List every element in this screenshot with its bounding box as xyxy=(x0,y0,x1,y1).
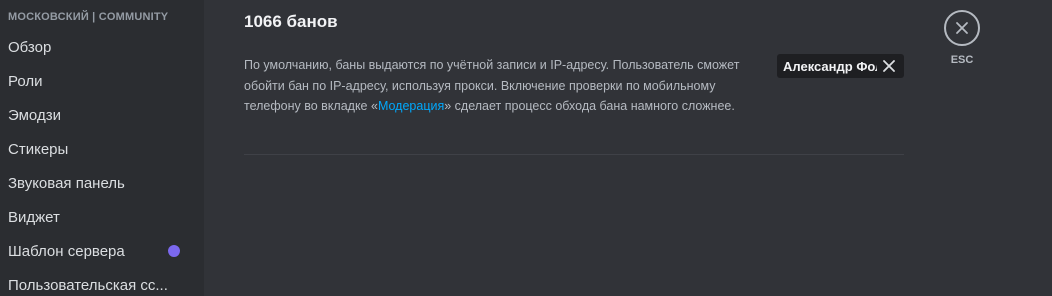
sidebar-item-label: Звуковая панель xyxy=(8,174,125,192)
close-button[interactable] xyxy=(944,10,980,46)
new-badge-dot xyxy=(168,245,180,257)
sidebar-item-stickers[interactable]: Стикеры xyxy=(0,133,196,165)
sidebar-item-label: Пользовательская сс... xyxy=(8,276,168,294)
sidebar-item-label: Эмодзи xyxy=(8,106,61,124)
sidebar-item-overview[interactable]: Обзор xyxy=(0,31,196,63)
sidebar-item-label: Виджет xyxy=(8,208,60,226)
sidebar-item-label: Шаблон сервера xyxy=(8,242,125,260)
search-value: Александр Фол xyxy=(783,58,877,74)
close-icon[interactable] xyxy=(881,58,897,74)
sidebar-header: МОСКОВСКИЙ | COMMUNITY xyxy=(8,11,169,23)
sidebar-item-label: Обзор xyxy=(8,38,52,56)
settings-window: МОСКОВСКИЙ | COMMUNITY Обзор Роли Эмодзи… xyxy=(0,0,1052,296)
sidebar-item-roles[interactable]: Роли xyxy=(0,65,196,97)
close-icon xyxy=(955,21,969,35)
sidebar-item-vanity-url[interactable]: Пользовательская сс... xyxy=(0,269,196,296)
description-text-after: » сделает процесс обхода бана намного сл… xyxy=(444,99,735,113)
sidebar-item-label: Роли xyxy=(8,72,43,90)
sidebar-item-soundboard[interactable]: Звуковая панель xyxy=(0,167,196,199)
bans-panel: 1066 банов По умолчанию, баны выдаются п… xyxy=(204,0,1052,296)
sidebar-item-label: Стикеры xyxy=(8,140,69,158)
bans-description: По умолчанию, баны выдаются по учётной з… xyxy=(244,55,744,117)
section-divider xyxy=(244,154,904,155)
sidebar-item-server-template[interactable]: Шаблон сервера xyxy=(0,235,196,267)
page-title: 1066 банов xyxy=(244,12,338,31)
moderation-link[interactable]: Модерация xyxy=(378,99,444,113)
sidebar-item-widget[interactable]: Виджет xyxy=(0,201,196,233)
sidebar-item-emoji[interactable]: Эмодзи xyxy=(0,99,196,131)
esc-label: ESC xyxy=(950,54,974,66)
settings-sidebar: МОСКОВСКИЙ | COMMUNITY Обзор Роли Эмодзи… xyxy=(0,0,204,296)
ban-search-input[interactable]: Александр Фол xyxy=(777,54,904,78)
